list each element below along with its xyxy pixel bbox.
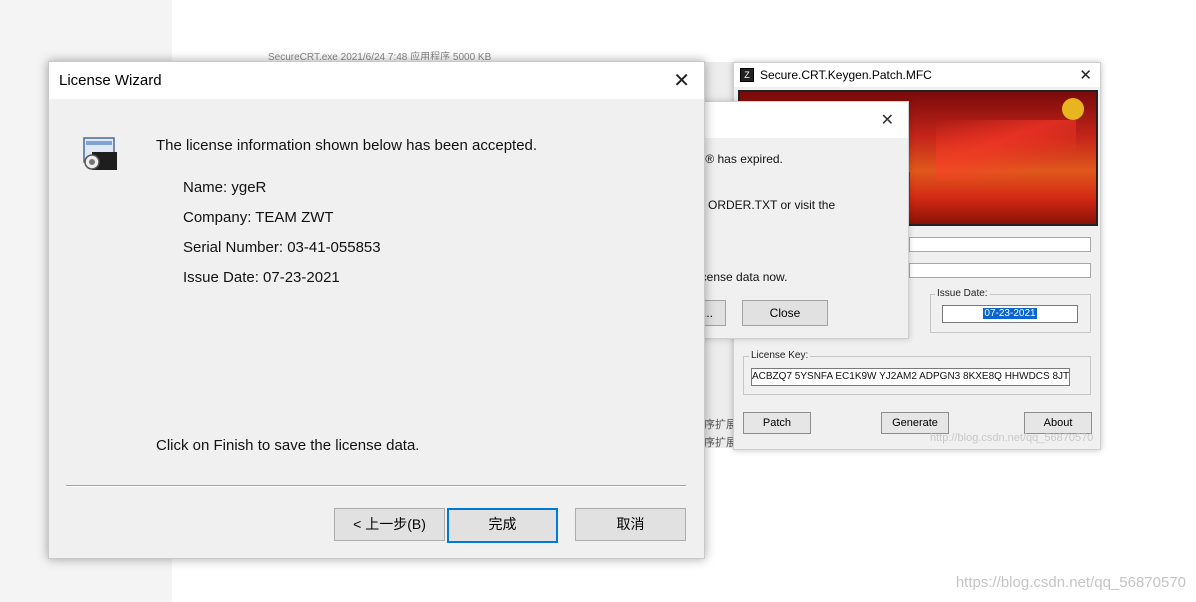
license-serial-number: Serial Number: 03-41-055853 [183, 239, 381, 256]
patch-button[interactable]: Patch [743, 412, 811, 434]
about-button[interactable]: About [1024, 412, 1092, 434]
accepted-message: The license information shown below has … [156, 137, 538, 154]
license-wizard-dialog: License Wizard ✕ The license information… [48, 61, 705, 559]
finish-button[interactable]: 完成 [447, 508, 558, 543]
cancel-button[interactable]: 取消 [575, 508, 686, 541]
license-company: Company: TEAM ZWT [183, 209, 334, 226]
banner-flags [936, 120, 1076, 180]
issue-date-label: Issue Date: [935, 288, 990, 299]
wizard-title: License Wizard [59, 72, 162, 89]
expired-titlebar[interactable]: ✕ [694, 102, 908, 138]
license-key-field[interactable]: ACBZQ7 5YSNFA EC1K9W YJ2AM2 ADPGN3 8KXE8… [751, 368, 1070, 386]
close-icon[interactable]: ✕ [673, 68, 690, 93]
banner-emblem [1062, 98, 1084, 120]
background-file-row: SecureCRT.exe 2021/6/24 7:48 应用程序 5000 K… [268, 52, 492, 60]
close-icon[interactable]: ✕ [881, 110, 894, 130]
keygen-title: Secure.CRT.Keygen.Patch.MFC [760, 68, 932, 82]
license-name: Name: ygeR [183, 179, 267, 196]
back-button[interactable]: < 上一步(B) [334, 508, 445, 541]
page-watermark: https://blog.csdn.net/qq_56870570 [955, 574, 1186, 591]
expired-enter-message: icense data now. [698, 270, 788, 284]
issue-date-field[interactable]: 07-23-2021 [942, 305, 1078, 323]
company-field[interactable] [909, 263, 1091, 278]
wizard-titlebar[interactable]: License Wizard ✕ [49, 62, 704, 99]
separator [66, 485, 686, 487]
issue-date-value: 07-23-2021 [983, 308, 1037, 319]
keygen-titlebar[interactable]: Z Secure.CRT.Keygen.Patch.MFC ✕ [734, 63, 1100, 87]
name-field[interactable] [909, 237, 1091, 252]
license-issue-date: Issue Date: 07-23-2021 [183, 269, 340, 286]
close-icon[interactable]: ✕ [1079, 66, 1092, 84]
keygen-app-icon: Z [740, 68, 754, 82]
finish-message: Click on Finish to save the license data… [156, 437, 420, 454]
close-button[interactable]: Close [742, 300, 828, 326]
expired-message: T® has expired. [698, 152, 783, 166]
keygen-watermark: http://blog.csdn.net/qq_56870570 [930, 432, 1094, 444]
license-key-label: License Key: [749, 350, 811, 361]
license-certificate-icon [83, 137, 117, 170]
expired-order-message: e ORDER.TXT or visit the [698, 198, 836, 212]
license-expired-dialog: ✕ T® has expired. e ORDER.TXT or visit t… [690, 101, 909, 339]
generate-button[interactable]: Generate [881, 412, 949, 434]
